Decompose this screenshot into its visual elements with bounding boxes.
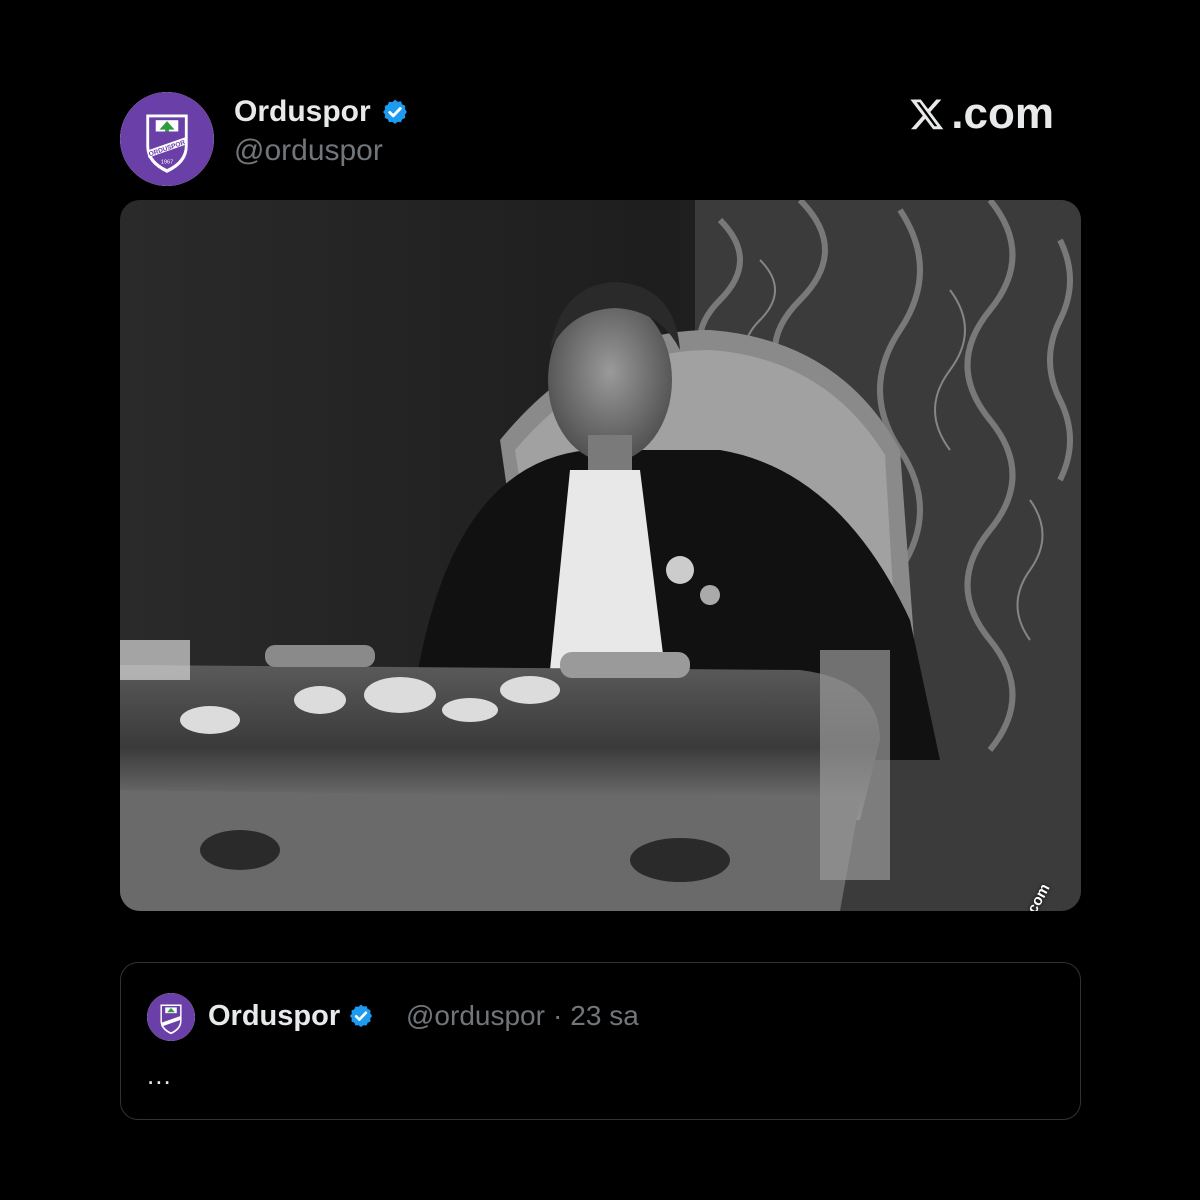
quoted-timestamp[interactable]: 23 sa bbox=[570, 1000, 639, 1032]
quoted-handle[interactable]: @orduspor bbox=[406, 1000, 545, 1032]
portrait-image bbox=[120, 200, 1081, 911]
quoted-body-text: ... bbox=[147, 1060, 172, 1090]
post-photo[interactable]: www.isteataturk.com bbox=[120, 200, 1081, 911]
logo-year: 1967 bbox=[161, 159, 174, 165]
verified-badge-icon bbox=[381, 98, 409, 126]
orduspor-logo-icon: ORDUSPOR 1967 bbox=[120, 92, 214, 186]
quoted-avatar[interactable] bbox=[147, 993, 195, 1041]
quoted-name-row[interactable]: Orduspor bbox=[208, 998, 374, 1034]
profile-name[interactable]: Orduspor bbox=[234, 95, 371, 129]
orduspor-logo-icon bbox=[147, 993, 195, 1041]
meta-separator: · bbox=[552, 1000, 563, 1031]
profile-name-row[interactable]: Orduspor bbox=[234, 94, 409, 130]
x-logo-icon bbox=[909, 96, 945, 132]
quoted-name[interactable]: Orduspor bbox=[208, 1000, 340, 1033]
profile-avatar[interactable]: ORDUSPOR 1967 bbox=[120, 92, 214, 186]
quoted-post-card[interactable] bbox=[120, 962, 1081, 1120]
x-com-brand: .com bbox=[909, 88, 1054, 140]
quoted-meta: @orduspor · 23 sa bbox=[406, 998, 639, 1034]
profile-handle[interactable]: @orduspor bbox=[234, 134, 383, 168]
verified-badge-icon bbox=[348, 1003, 374, 1029]
brand-text: .com bbox=[951, 89, 1054, 138]
